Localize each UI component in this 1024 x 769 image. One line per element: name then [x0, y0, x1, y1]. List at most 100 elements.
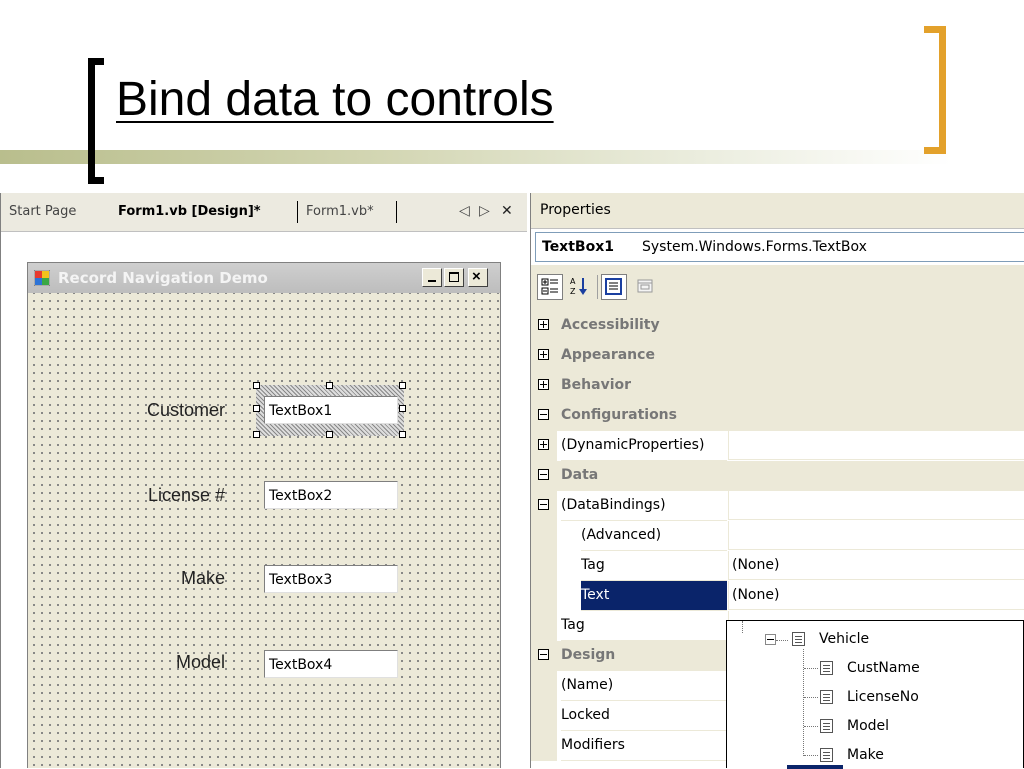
right-bracket: [924, 26, 946, 154]
object-selector[interactable]: TextBox1 System.Windows.Forms.TextBox: [535, 232, 1024, 262]
property-row[interactable]: Tag (None): [531, 551, 1024, 581]
license-label: License #: [147, 485, 225, 505]
tree-node-field[interactable]: Model: [847, 718, 889, 734]
model-textbox[interactable]: TextBox4: [264, 650, 398, 678]
selection-highlight: [787, 765, 843, 769]
object-type: System.Windows.Forms.TextBox: [642, 239, 867, 255]
row-gutter: [531, 611, 557, 641]
property-pages-button[interactable]: [633, 274, 659, 300]
expand-icon[interactable]: [538, 439, 549, 450]
minimize-button[interactable]: [422, 268, 442, 287]
tree-line: [804, 668, 818, 669]
property-name: (DynamicProperties): [561, 431, 727, 461]
collapse-icon[interactable]: [538, 469, 549, 480]
row-gutter: [531, 671, 557, 701]
scroll-left-icon[interactable]: ◁: [459, 203, 470, 219]
property-value[interactable]: (None): [728, 551, 1024, 580]
category-accessibility[interactable]: Accessibility: [531, 311, 1024, 341]
property-row[interactable]: (DataBindings): [531, 491, 1024, 521]
category-label: Appearance: [561, 347, 655, 363]
expand-icon[interactable]: [538, 379, 549, 390]
maximize-button[interactable]: [444, 268, 464, 287]
resize-handle[interactable]: [399, 431, 406, 438]
tree-node-vehicle[interactable]: Vehicle: [819, 631, 869, 647]
properties-button[interactable]: [601, 274, 627, 300]
left-bracket: [88, 58, 104, 184]
row-gutter: [531, 521, 557, 551]
model-label: Model: [175, 652, 225, 672]
form-app-icon: [34, 270, 50, 286]
tab-form1-code[interactable]: Form1.vb*: [306, 204, 374, 219]
properties-caption: Properties: [531, 193, 1024, 229]
field-icon: [820, 690, 833, 704]
resize-handle[interactable]: [253, 382, 260, 389]
category-behavior[interactable]: Behavior: [531, 371, 1024, 401]
collapse-icon[interactable]: [538, 499, 549, 510]
make-label: Make: [180, 568, 225, 588]
property-row[interactable]: (Advanced): [531, 521, 1024, 551]
category-appearance[interactable]: Appearance: [531, 341, 1024, 371]
property-value[interactable]: [728, 431, 1024, 460]
category-label: Design: [561, 647, 616, 663]
make-textbox[interactable]: TextBox3: [264, 565, 398, 593]
row-gutter: [531, 701, 557, 731]
tree-line: [804, 755, 818, 756]
binding-dropdown[interactable]: Vehicle CustName LicenseNo Model Make: [726, 620, 1024, 769]
alphabetical-button[interactable]: A Z: [567, 274, 593, 300]
category-label: Accessibility: [561, 317, 660, 333]
customer-label: Customer: [146, 400, 225, 420]
properties-title: Properties: [540, 202, 611, 218]
expand-icon[interactable]: [538, 349, 549, 360]
scroll-right-icon[interactable]: ▷: [479, 203, 490, 219]
resize-handle[interactable]: [253, 431, 260, 438]
resize-handle[interactable]: [399, 405, 406, 412]
property-name: (Name): [561, 671, 727, 701]
form-titlebar: Record Navigation Demo ×: [28, 263, 500, 293]
categorized-button[interactable]: [537, 274, 563, 300]
property-row-selected[interactable]: Text (None): [531, 581, 1024, 611]
tab-start-page[interactable]: Start Page: [9, 204, 76, 219]
property-name: (Advanced): [581, 521, 727, 551]
tree-node-field[interactable]: CustName: [847, 660, 920, 676]
tab-separator: [297, 201, 298, 223]
properties-icon: [605, 278, 622, 295]
close-icon[interactable]: ✕: [501, 203, 513, 219]
resize-handle[interactable]: [399, 382, 406, 389]
collapse-icon[interactable]: [538, 409, 549, 420]
license-textbox[interactable]: TextBox2: [264, 481, 398, 509]
tab-form1-design[interactable]: Form1.vb [Design]*: [118, 204, 261, 219]
property-row[interactable]: (DynamicProperties): [531, 431, 1024, 461]
category-data[interactable]: Data: [531, 461, 1024, 491]
collapse-icon[interactable]: [765, 634, 776, 645]
property-value[interactable]: (None): [728, 581, 1024, 610]
tree-line: [804, 697, 818, 698]
customer-textbox[interactable]: TextBox1: [264, 396, 398, 424]
category-label: Data: [561, 467, 599, 483]
category-configurations[interactable]: Configurations: [531, 401, 1024, 431]
tree-line: [742, 621, 743, 633]
svg-text:A: A: [570, 277, 576, 286]
title-band: [0, 150, 952, 164]
collapse-icon[interactable]: [538, 649, 549, 660]
tree-node-field[interactable]: Make: [847, 747, 884, 763]
resize-handle[interactable]: [253, 405, 260, 412]
property-value[interactable]: [728, 491, 1024, 520]
property-name: (DataBindings): [561, 491, 727, 521]
form-window[interactable]: Record Navigation Demo ×: [27, 262, 501, 768]
tree-node-field[interactable]: LicenseNo: [847, 689, 919, 705]
property-name: Locked: [561, 701, 727, 731]
resize-handle[interactable]: [326, 382, 333, 389]
property-pages-icon: [637, 279, 653, 293]
svg-text:Z: Z: [570, 287, 576, 296]
property-value[interactable]: [728, 521, 1024, 550]
row-gutter: [531, 731, 557, 761]
tab-separator: [396, 201, 397, 223]
categorized-icon: [541, 278, 558, 295]
slide-title: Bind data to controls: [116, 73, 554, 126]
property-name: Modifiers: [561, 731, 727, 761]
form-title: Record Navigation Demo: [58, 269, 268, 287]
properties-toolbar: A Z: [531, 265, 1024, 311]
resize-handle[interactable]: [326, 431, 333, 438]
close-button[interactable]: ×: [468, 268, 488, 287]
expand-icon[interactable]: [538, 319, 549, 330]
